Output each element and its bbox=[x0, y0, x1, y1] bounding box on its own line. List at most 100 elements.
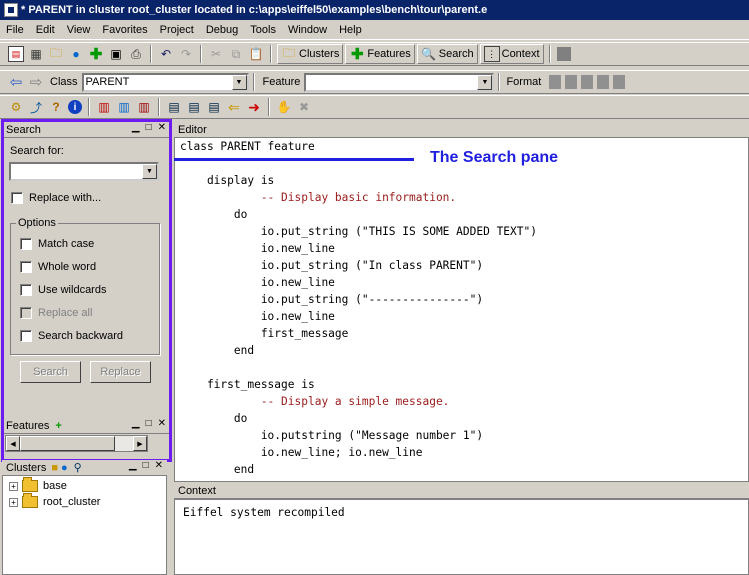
melt-icon[interactable]: ⤴ bbox=[28, 99, 44, 115]
match-case-label: Match case bbox=[38, 238, 95, 250]
print-icon[interactable]: ⎙ bbox=[128, 46, 144, 62]
search-button[interactable]: Search bbox=[20, 361, 81, 383]
add-feature-icon[interactable]: ✚ bbox=[88, 46, 104, 63]
search-backward-checkbox[interactable] bbox=[20, 330, 32, 342]
context-output: Eiffel system recompiled bbox=[174, 499, 749, 575]
menu-debug[interactable]: Debug bbox=[206, 24, 238, 36]
run-icon[interactable]: ⇐ bbox=[226, 99, 242, 115]
chevron-down-icon[interactable]: ▼ bbox=[142, 164, 157, 179]
close-icon[interactable]: ✕ bbox=[158, 418, 166, 429]
menu-view[interactable]: View bbox=[67, 24, 91, 36]
copy-icon[interactable]: ⧉ bbox=[228, 46, 244, 62]
tree-item-root-cluster[interactable]: + root_cluster bbox=[9, 493, 100, 508]
save-icon[interactable]: ▣ bbox=[108, 46, 124, 62]
stop-icon[interactable] bbox=[556, 47, 571, 61]
replace-all-label: Replace all bbox=[38, 307, 93, 319]
step-icon[interactable]: ➜ bbox=[246, 99, 262, 115]
format-interface-icon[interactable] bbox=[613, 75, 626, 89]
system-icon[interactable]: ⚙ bbox=[8, 99, 24, 115]
format-text-icon[interactable] bbox=[549, 75, 562, 89]
open-file-icon[interactable]: 🗀 bbox=[48, 46, 64, 62]
finalize-icon[interactable]: ▥ bbox=[136, 99, 152, 115]
compile-icon[interactable]: ▥ bbox=[96, 99, 112, 115]
replace-all-checkbox bbox=[20, 307, 32, 319]
expand-icon[interactable]: + bbox=[9, 481, 18, 491]
separator bbox=[158, 98, 160, 116]
expand-icon[interactable]: + bbox=[9, 497, 18, 507]
format-contract-icon[interactable] bbox=[581, 75, 594, 89]
scroll-thumb[interactable] bbox=[20, 436, 115, 451]
search-backward-row[interactable]: Search backward bbox=[20, 330, 123, 342]
class-list-icon[interactable]: ▤ bbox=[166, 99, 182, 115]
class-combo[interactable]: PARENT ▼ bbox=[81, 72, 249, 92]
hand-icon[interactable]: ✋ bbox=[276, 99, 292, 115]
context-tool-button[interactable]: ⋮ Context bbox=[479, 44, 544, 64]
menu-file[interactable]: File bbox=[6, 24, 24, 36]
new-editor-icon[interactable]: ▤ bbox=[8, 46, 24, 62]
clusters-tool-button[interactable]: 🗀 Clusters bbox=[277, 44, 344, 64]
paste-icon[interactable]: 📋 bbox=[248, 46, 264, 62]
feature-combo[interactable]: ▼ bbox=[304, 72, 495, 92]
menu-project[interactable]: Project bbox=[160, 24, 194, 36]
add-feature-icon[interactable]: + bbox=[55, 420, 61, 432]
separator bbox=[268, 98, 270, 116]
new-cluster-icon[interactable]: ● bbox=[68, 46, 84, 62]
chevron-down-icon[interactable]: ▼ bbox=[231, 74, 247, 90]
menu-tools[interactable]: Tools bbox=[250, 24, 276, 36]
features-scrollbar[interactable]: ◀ ▶ bbox=[5, 435, 148, 452]
feature-query-icon[interactable]: ▤ bbox=[206, 99, 222, 115]
code-comment-line: -- Display a simple message. bbox=[180, 395, 450, 408]
use-wildcards-checkbox[interactable] bbox=[20, 284, 32, 296]
replace-with-checkbox[interactable] bbox=[11, 192, 23, 204]
replace-with-checkbox-row[interactable]: Replace with... bbox=[11, 192, 101, 204]
cluster-folder-icon[interactable]: ■ bbox=[51, 462, 58, 474]
menu-help[interactable]: Help bbox=[339, 24, 362, 36]
class-query-icon[interactable]: ▤ bbox=[186, 99, 202, 115]
minimize-icon[interactable]: ▁ bbox=[132, 418, 140, 429]
menu-window[interactable]: Window bbox=[288, 24, 327, 36]
cluster-search-icon[interactable]: ⚲ bbox=[74, 461, 82, 474]
new-class-icon[interactable]: ▦ bbox=[28, 46, 44, 62]
redo-icon[interactable]: ↷ bbox=[178, 46, 194, 62]
whole-word-label: Whole word bbox=[38, 261, 97, 273]
code-line: class PARENT feature bbox=[180, 140, 315, 153]
chevron-down-icon[interactable]: ▼ bbox=[477, 74, 493, 90]
cluster-class-icon[interactable]: ● bbox=[61, 462, 68, 474]
replace-button[interactable]: Replace bbox=[90, 361, 151, 383]
minimize-icon[interactable]: ▁ bbox=[129, 460, 137, 471]
search-tool-button[interactable]: 🔍 Search bbox=[416, 44, 478, 64]
scroll-left-icon[interactable]: ◀ bbox=[6, 436, 20, 451]
features-tool-button[interactable]: ✚ Features bbox=[345, 44, 415, 64]
format-flat-icon[interactable] bbox=[565, 75, 578, 89]
forward-arrow-icon[interactable]: ⇨ bbox=[28, 74, 44, 91]
freeze-icon[interactable]: ▥ bbox=[116, 99, 132, 115]
search-pane: Search for: ▼ Replace with... Options Ma… bbox=[2, 139, 170, 411]
maximize-icon[interactable]: □ bbox=[146, 122, 152, 133]
stop-debug-icon[interactable]: ✖ bbox=[296, 99, 312, 115]
menu-edit[interactable]: Edit bbox=[36, 24, 55, 36]
minimize-icon[interactable]: ▁ bbox=[132, 122, 140, 133]
menu-favorites[interactable]: Favorites bbox=[102, 24, 147, 36]
match-case-row[interactable]: Match case bbox=[20, 238, 94, 250]
scroll-right-icon[interactable]: ▶ bbox=[133, 436, 147, 451]
tree-item-base[interactable]: + base bbox=[9, 477, 67, 492]
code-editor[interactable]: class PARENT feature display is -- Displ… bbox=[174, 137, 749, 482]
whole-word-row[interactable]: Whole word bbox=[20, 261, 96, 273]
help-icon[interactable]: ? bbox=[48, 99, 64, 115]
maximize-icon[interactable]: □ bbox=[143, 460, 149, 471]
whole-word-checkbox[interactable] bbox=[20, 261, 32, 273]
use-wildcards-row[interactable]: Use wildcards bbox=[20, 284, 106, 296]
close-icon[interactable]: ✕ bbox=[158, 122, 166, 133]
format-flat-contract-icon[interactable] bbox=[597, 75, 610, 89]
editor-header: Editor bbox=[174, 122, 749, 138]
maximize-icon[interactable]: □ bbox=[146, 418, 152, 429]
undo-icon[interactable]: ↶ bbox=[158, 46, 174, 62]
cut-icon[interactable]: ✂ bbox=[208, 46, 224, 62]
info-icon[interactable]: i bbox=[68, 100, 82, 114]
search-combo[interactable]: ▼ bbox=[9, 162, 159, 181]
back-arrow-icon[interactable]: ⇦ bbox=[8, 74, 24, 91]
title-bar: * PARENT in cluster root_cluster located… bbox=[0, 0, 749, 20]
close-icon[interactable]: ✕ bbox=[155, 460, 163, 471]
match-case-checkbox[interactable] bbox=[20, 238, 32, 250]
clusters-label: Clusters bbox=[299, 48, 340, 60]
